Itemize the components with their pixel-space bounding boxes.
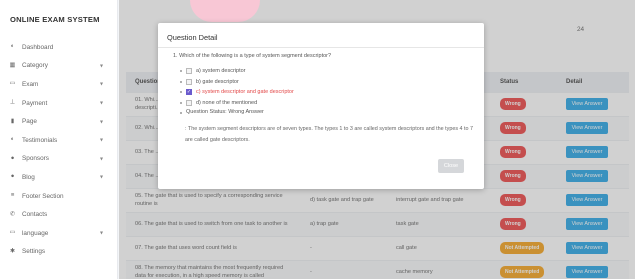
answer-option: b) gate descriptor (180, 78, 239, 86)
sidebar-item-label: Footer Section (22, 192, 64, 200)
sidebar-item-label: Category (22, 62, 48, 70)
sidebar-item-label: language (22, 229, 49, 237)
checkbox-icon: ✓ (186, 89, 192, 95)
explanation-text: : The system segment descriptors are of … (185, 125, 474, 143)
answer-option: a) system descriptor (180, 67, 246, 75)
sidebar-item-category[interactable]: ▦ Category ▾ (0, 57, 117, 76)
bullet-icon (180, 70, 182, 72)
settings-icon: ✱ (9, 248, 16, 255)
chevron-down-icon: ▾ (100, 230, 104, 237)
sidebar-item-sponsors[interactable]: ● Sponsors ▾ (0, 150, 117, 169)
sponsors-icon: ● (10, 155, 15, 162)
chevron-down-icon: ▾ (100, 81, 104, 88)
chevron-down-icon: ▾ (100, 63, 104, 70)
sidebar-item-label: Blog (22, 173, 35, 181)
modal-divider (158, 47, 484, 48)
blog-icon: ● (10, 173, 15, 180)
sidebar-item-exam[interactable]: ▭ Exam ▾ (0, 75, 117, 94)
sidebar-item-label: Contacts (22, 211, 48, 219)
sidebar-item-label: Dashboard (22, 43, 54, 51)
bullet-icon (180, 101, 182, 104)
sidebar-item-dashboard[interactable]: ◐ Dashboard (0, 38, 117, 57)
question-text: 1. Which of the following is a type of s… (173, 53, 332, 59)
answer-option: d) none of the mentioned (180, 99, 258, 107)
close-button[interactable]: Close (438, 159, 464, 173)
option-label: d) none of the mentioned (196, 99, 258, 106)
sidebar-item-label: Settings (22, 248, 46, 256)
sidebar-item-label: Sponsors (22, 155, 49, 163)
sidebar-item-settings[interactable]: ✱ Settings (0, 243, 117, 262)
bullet-icon (180, 112, 182, 114)
sidebar-item-label: Exam (22, 80, 39, 88)
contacts-icon: ✆ (9, 211, 16, 218)
payment-icon: ⊥ (9, 99, 16, 106)
sidebar-item-contacts[interactable]: ✆ Contacts (0, 205, 117, 224)
page-icon: ▮ (10, 118, 15, 125)
sidebar-item-page[interactable]: ▮ Page ▾ (0, 112, 117, 131)
decorative-shape (190, 0, 260, 22)
sidebar-item-blog[interactable]: ● Blog ▾ (0, 168, 117, 187)
question-status-label: Question Status: Wrong Answer (186, 109, 264, 115)
checkbox-icon (186, 68, 192, 74)
sidebar-item-testimonials[interactable]: ◐ Testimonials ▾ (0, 131, 117, 150)
bullet-icon (180, 91, 182, 93)
sidebar-item-label: Page (22, 118, 37, 126)
sidebar-item-payment[interactable]: ⊥ Payment ▾ (0, 94, 117, 113)
checkbox-icon (186, 99, 192, 106)
brand-title: ONLINE EXAM SYSTEM (10, 14, 100, 24)
chevron-down-icon: ▾ (100, 156, 104, 163)
question-detail-modal: Question Detail 1. Which of the followin… (158, 23, 484, 189)
sidebar: ONLINE EXAM SYSTEM ◐ Dashboard ▦ Category ▾ ▭… (0, 0, 118, 279)
answer-option: ✓ c) system descriptor and gate descripto… (180, 88, 294, 96)
dashboard-icon: ◐ (10, 43, 15, 50)
category-icon: ▦ (9, 62, 16, 69)
footer-icon: ≡ (10, 192, 15, 199)
sidebar-nav: ◐ Dashboard ▦ Category ▾ ▭ Exam ▾ ⊥ Payment ▾ ▮ Page… (0, 38, 117, 261)
chevron-down-icon: ▾ (100, 119, 104, 126)
question-status: Question Status: Wrong Answer (180, 109, 264, 115)
sidebar-item-label: Payment (22, 99, 48, 107)
chevron-down-icon: ▾ (100, 137, 104, 144)
chevron-down-icon: ▾ (100, 100, 104, 107)
chevron-down-icon: ▾ (100, 174, 104, 181)
checkbox-icon (186, 78, 192, 85)
sidebar-item-footer-section[interactable]: ≡ Footer Section (0, 187, 117, 206)
bullet-icon (180, 80, 182, 83)
exam-icon: ▭ (9, 80, 16, 87)
option-label: a) system descriptor (196, 68, 246, 74)
language-icon: ▭ (9, 229, 16, 236)
sidebar-item-label: Testimonials (22, 136, 58, 144)
option-label: c) system descriptor and gate descriptor (196, 89, 294, 95)
option-label: b) gate descriptor (196, 78, 239, 85)
testimonials-icon: ◐ (10, 136, 15, 143)
sidebar-item-language[interactable]: ▭ language ▾ (0, 224, 117, 243)
modal-title: Question Detail (167, 33, 218, 42)
